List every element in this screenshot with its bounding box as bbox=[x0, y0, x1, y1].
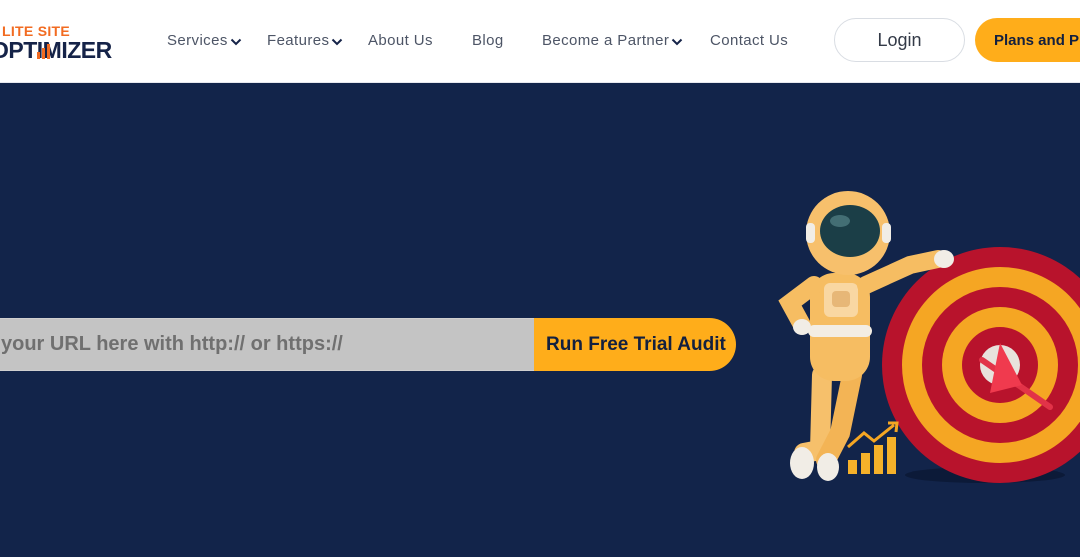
hero-illustration bbox=[778, 191, 1080, 483]
logo-bars-icon bbox=[37, 44, 50, 59]
nav-become-partner[interactable]: Become a Partner bbox=[542, 32, 683, 49]
nav-blog[interactable]: Blog bbox=[472, 32, 504, 49]
run-audit-button[interactable]: Run Free Trial Audit bbox=[534, 318, 736, 371]
nav-features[interactable]: Features bbox=[267, 32, 343, 49]
target-illustration bbox=[882, 247, 1080, 483]
nav-partner-label: Become a Partner bbox=[542, 32, 670, 49]
nav-contact-label: Contact Us bbox=[710, 32, 789, 49]
url-input[interactable] bbox=[0, 318, 535, 371]
chevron-down-icon bbox=[332, 38, 343, 46]
logo-wordmark-end: ZER bbox=[67, 37, 112, 63]
chevron-down-icon bbox=[672, 38, 683, 46]
nav-services[interactable]: Services bbox=[167, 32, 242, 49]
nav-about-label: About Us bbox=[368, 32, 433, 49]
nav-features-label: Features bbox=[267, 32, 330, 49]
nav-about-us[interactable]: About Us bbox=[368, 32, 433, 49]
chevron-down-icon bbox=[230, 38, 241, 46]
growth-chart-icon bbox=[847, 421, 899, 474]
logo-wordmark-start: OPT bbox=[0, 37, 37, 63]
nav-blog-label: Blog bbox=[472, 32, 504, 49]
plans-and-pricing-button[interactable]: Plans and P bbox=[975, 18, 1080, 62]
login-button[interactable]: Login bbox=[834, 18, 965, 62]
nav-contact-us[interactable]: Contact Us bbox=[710, 32, 788, 49]
brand-logo[interactable]: LITE SITE OPTIMIZER bbox=[0, 23, 122, 67]
site-header: LITE SITE OPTIMIZER Services Features Ab… bbox=[0, 0, 1080, 83]
nav-services-label: Services bbox=[167, 32, 228, 49]
